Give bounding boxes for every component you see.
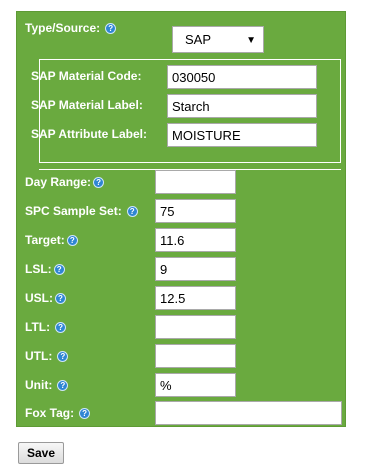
target-input[interactable] — [155, 228, 236, 252]
spc-sample-set-label: SPC Sample Set: ? — [25, 204, 138, 218]
target-label: Target: ? — [25, 233, 78, 247]
sap-attribute-label-input[interactable] — [167, 123, 317, 147]
sap-material-label-label: SAP Material Label: — [31, 98, 143, 112]
fox-tag-label: Fox Tag: ? — [25, 406, 91, 420]
save-button[interactable]: Save — [18, 442, 64, 464]
spc-sample-set-help-icon[interactable]: ? — [126, 205, 138, 217]
utl-input[interactable] — [155, 344, 236, 368]
sap-attribute-label-label: SAP Attribute Label: — [31, 127, 148, 141]
target-help-icon[interactable]: ? — [66, 234, 78, 246]
ltl-help-icon[interactable]: ? — [55, 321, 67, 333]
type-source-label: Type/Source: ? — [25, 21, 117, 35]
type-source-select[interactable]: SAP ▼ — [172, 26, 264, 53]
lsl-input[interactable] — [155, 257, 236, 281]
unit-label: Unit: ? — [25, 378, 69, 392]
day-range-label: Day Range: ? — [25, 175, 105, 189]
chevron-down-icon: ▼ — [246, 35, 256, 46]
ltl-label: LTL: ? — [25, 320, 67, 334]
ltl-input[interactable] — [155, 315, 236, 339]
settings-form-panel: Type/Source: ? SAP ▼ SAP Material Code: … — [16, 11, 346, 427]
sap-material-label-input[interactable] — [167, 94, 317, 118]
type-source-help-icon[interactable]: ? — [105, 22, 117, 34]
unit-help-icon[interactable]: ? — [57, 379, 69, 391]
lsl-help-icon[interactable]: ? — [53, 263, 65, 275]
lsl-label: LSL: ? — [25, 262, 65, 276]
sap-material-code-label: SAP Material Code: — [31, 69, 142, 83]
utl-help-icon[interactable]: ? — [57, 350, 69, 362]
fox-tag-input[interactable] — [155, 401, 342, 425]
usl-input[interactable] — [155, 286, 236, 310]
usl-help-icon[interactable]: ? — [55, 292, 66, 304]
sap-material-code-input[interactable] — [167, 65, 317, 89]
type-source-selected-value: SAP — [185, 32, 212, 47]
fox-tag-help-icon[interactable]: ? — [79, 407, 91, 419]
day-range-help-icon[interactable]: ? — [93, 176, 105, 188]
utl-label: UTL: ? — [25, 349, 69, 363]
day-range-input[interactable] — [155, 170, 236, 194]
usl-label: USL: ? — [25, 291, 66, 305]
spc-sample-set-input[interactable] — [155, 199, 236, 223]
unit-input[interactable] — [155, 373, 236, 397]
